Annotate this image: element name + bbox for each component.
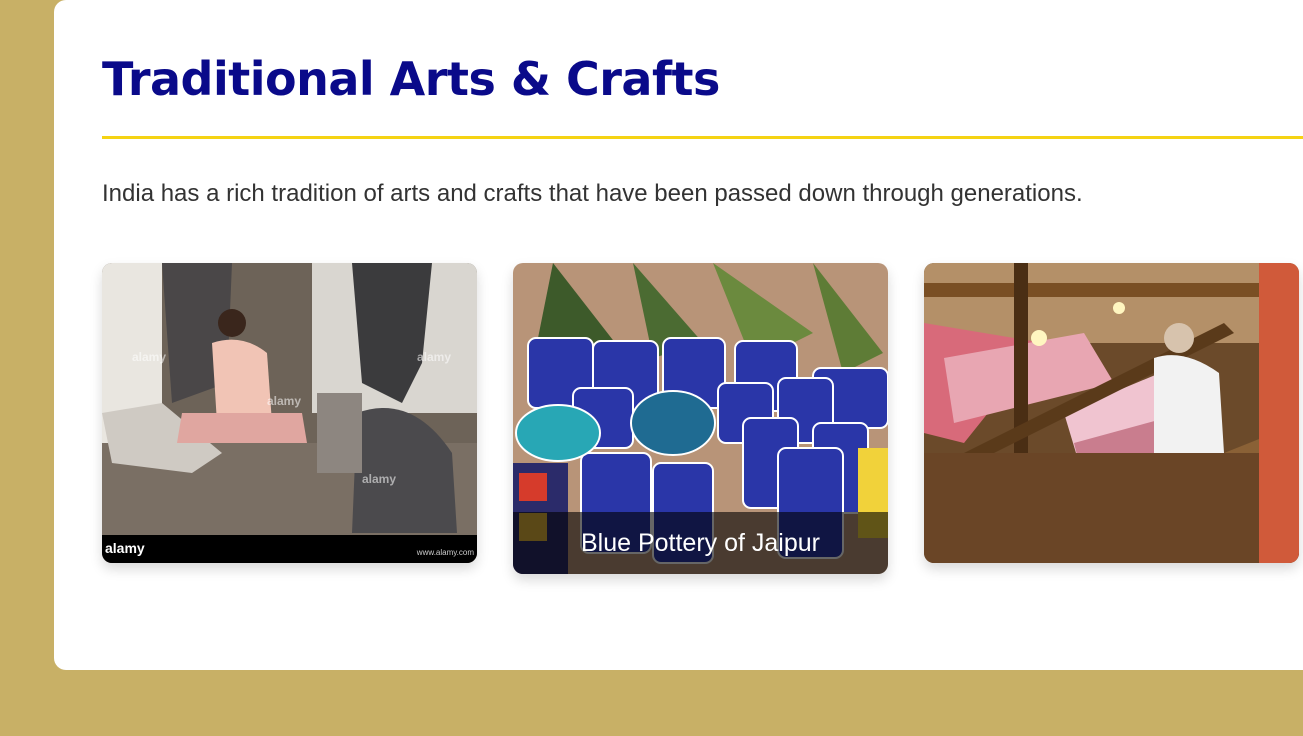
watermark-3: alamy	[417, 350, 451, 364]
section-title: Traditional Arts & Crafts	[102, 52, 720, 106]
section-intro: India has a rich tradition of arts and c…	[102, 180, 1083, 207]
watermark-1: alamy	[132, 350, 166, 364]
craft-card-handloom[interactable]	[924, 263, 1299, 563]
watermark-2: alamy	[267, 394, 301, 408]
title-divider	[102, 136, 1303, 139]
alamy-url: www.alamy.com	[416, 548, 475, 557]
craft-card-blue-pottery[interactable]: Blue Pottery of Jaipur	[513, 263, 888, 574]
watermark-4: alamy	[362, 472, 396, 486]
handloom-image	[924, 263, 1299, 563]
content-panel: Traditional Arts & Crafts India has a ri…	[54, 0, 1303, 670]
card-caption: Blue Pottery of Jaipur	[513, 512, 888, 574]
alamy-logo: alamy	[105, 540, 145, 556]
craft-card-stone-carving[interactable]: alamy www.alamy.com alamy alamy alamy al…	[102, 263, 477, 563]
stone-carving-image: alamy www.alamy.com alamy alamy alamy al…	[102, 263, 477, 563]
